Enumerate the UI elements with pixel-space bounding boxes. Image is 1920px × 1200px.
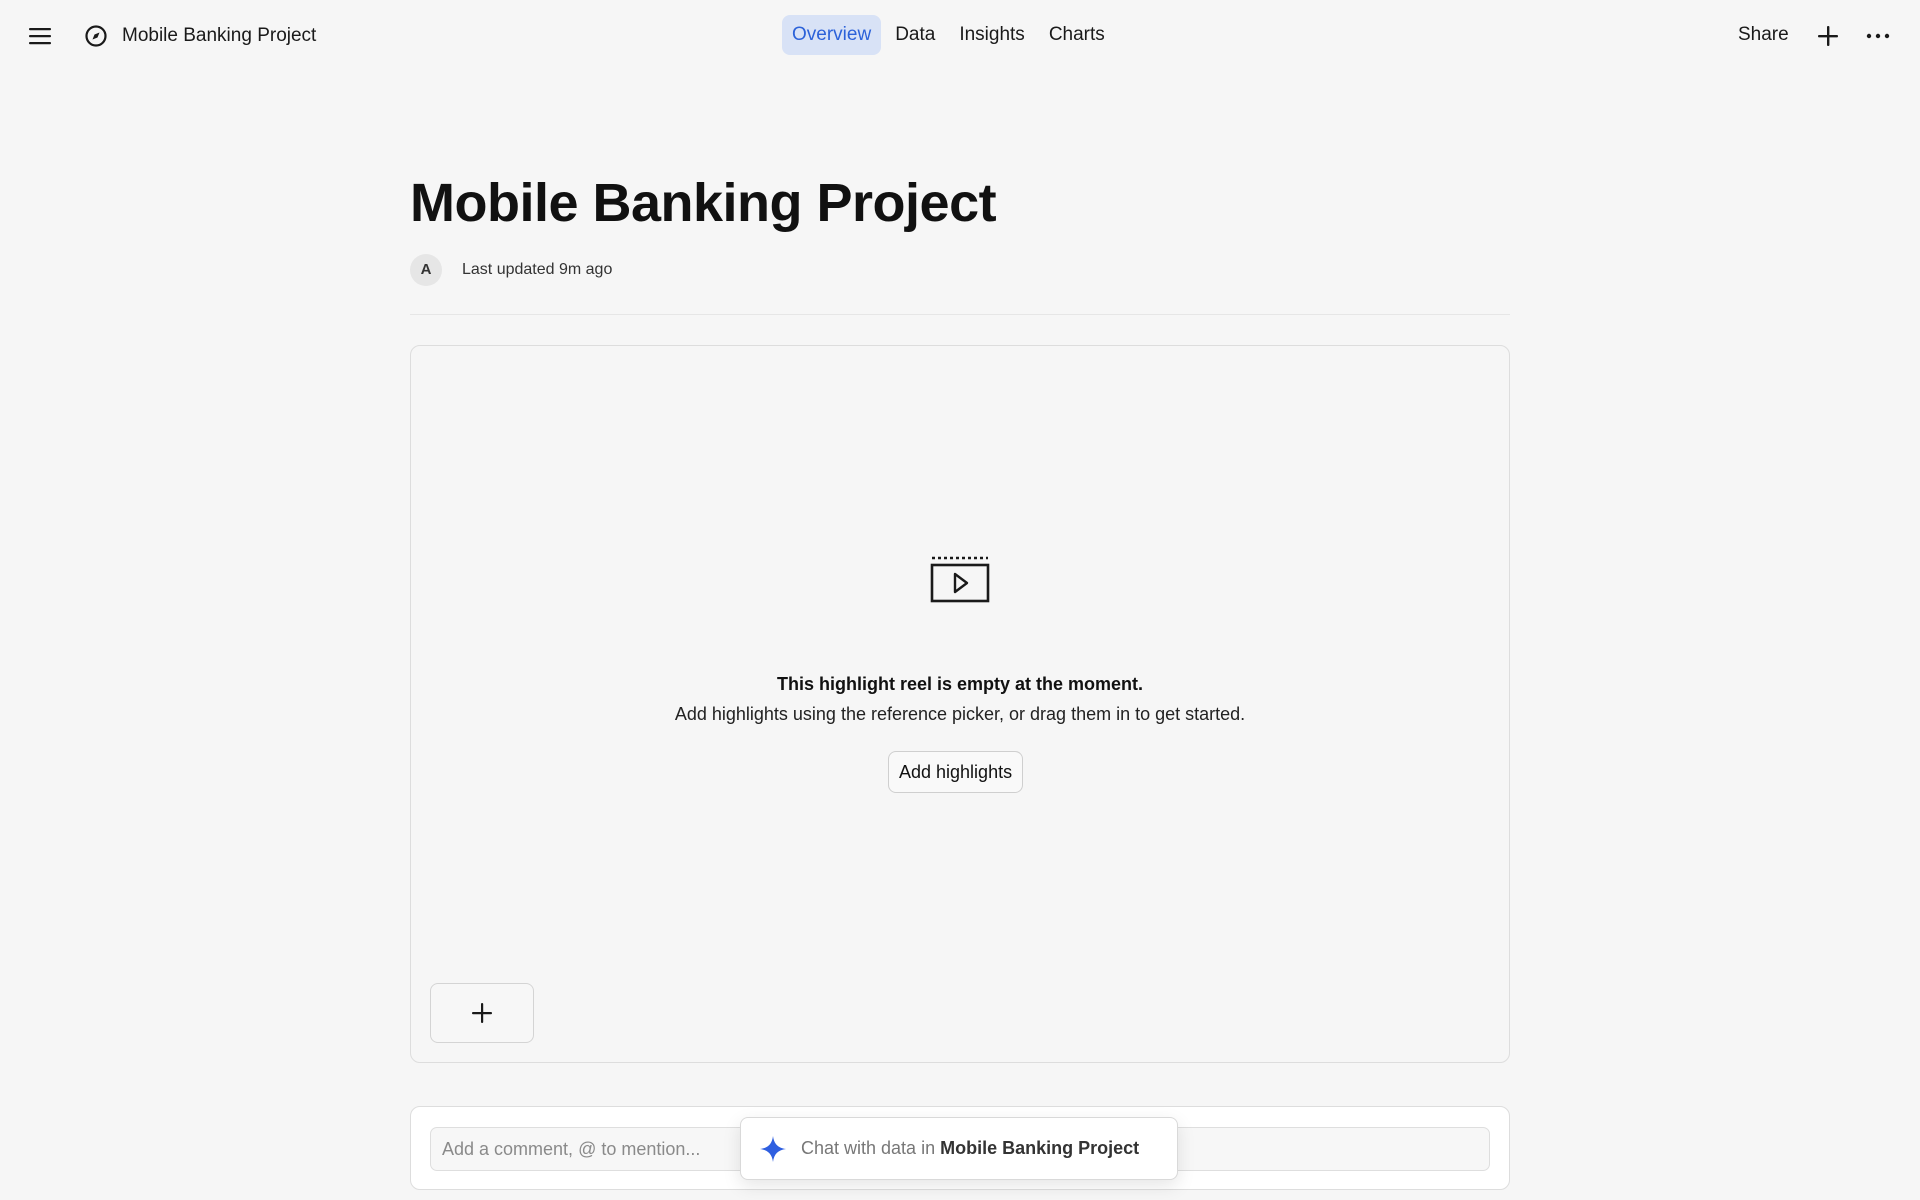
tab-data[interactable]: Data (885, 15, 945, 55)
more-icon[interactable] (1864, 22, 1892, 50)
plus-icon (472, 1003, 492, 1023)
divider (410, 314, 1510, 315)
tab-insights[interactable]: Insights (949, 15, 1034, 55)
page-meta: A Last updated 9m ago (410, 254, 612, 286)
compass-icon (84, 24, 108, 48)
add-clip-button[interactable] (430, 983, 534, 1043)
highlight-reel[interactable]: This highlight reel is empty at the mome… (410, 345, 1510, 1063)
top-bar: Mobile Banking Project Overview Data Ins… (0, 0, 1920, 70)
menu-icon[interactable] (24, 22, 56, 50)
chat-prefix: Chat with data in (801, 1138, 941, 1158)
chat-with-data-button[interactable]: Chat with data in Mobile Banking Project (740, 1117, 1178, 1180)
page-title[interactable]: Mobile Banking Project (410, 170, 997, 236)
sparkle-icon (760, 1135, 786, 1162)
last-updated: Last updated 9m ago (462, 261, 613, 278)
video-reel-icon (929, 554, 991, 604)
plus-icon[interactable] (1814, 22, 1842, 50)
chat-project-name: Mobile Banking Project (940, 1138, 1140, 1158)
empty-state-subtitle: Add highlights using the reference picke… (674, 704, 1246, 724)
share-button[interactable]: Share (1738, 23, 1789, 47)
add-highlights-button[interactable]: Add highlights (888, 751, 1024, 793)
chat-label: Chat with data in Mobile Banking Project (801, 1138, 1139, 1159)
empty-state-title: This highlight reel is empty at the mome… (776, 674, 1144, 694)
tab-overview[interactable]: Overview (782, 15, 882, 55)
avatar[interactable]: A (410, 254, 442, 286)
tab-bar: Overview Data Insights Charts (782, 15, 1115, 55)
project-name[interactable]: Mobile Banking Project (122, 24, 316, 48)
tab-charts[interactable]: Charts (1039, 15, 1115, 55)
